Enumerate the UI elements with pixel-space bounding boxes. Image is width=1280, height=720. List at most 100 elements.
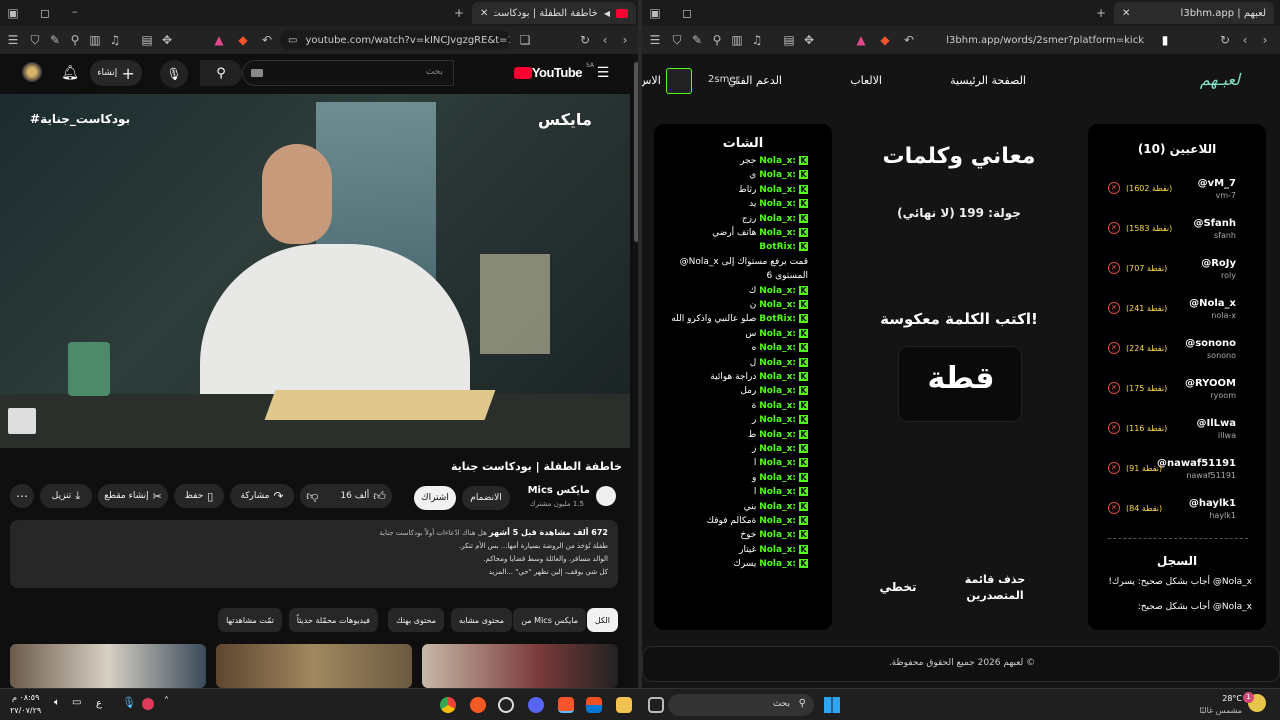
chat-username[interactable]: Nola_x: — [759, 214, 796, 224]
brave-shield-icon[interactable]: ◆ — [876, 31, 894, 49]
video-player[interactable]: #بودكاست_جناية مايكس — [0, 94, 630, 448]
chip-similar[interactable]: محتوى مشابه — [450, 608, 512, 632]
tab-list-icon[interactable]: ◻ — [678, 4, 696, 22]
shield-icon[interactable]: ⛉ — [668, 31, 686, 49]
channel-watermark-icon[interactable] — [8, 408, 36, 434]
remove-player-icon[interactable]: ✕ — [1108, 462, 1120, 474]
chip-watched[interactable]: تمّت مشاهدتها — [218, 608, 282, 632]
keyboard-icon[interactable] — [251, 69, 263, 77]
store-icon[interactable] — [586, 697, 602, 713]
like-icon[interactable]: 👍︎ — [373, 489, 386, 504]
chat-username[interactable]: Nola_x: — [759, 329, 796, 339]
puzzle-icon[interactable]: ✥ — [158, 31, 176, 49]
youtube-logo[interactable]: YouTube — [532, 65, 583, 80]
chat-username[interactable]: BotRix: — [759, 242, 796, 252]
obs-icon[interactable] — [498, 697, 514, 713]
extension-icon[interactable]: ✎ — [46, 31, 64, 49]
screenshot-icon[interactable]: ▤ — [780, 31, 798, 49]
remove-player-icon[interactable]: ✕ — [1108, 422, 1120, 434]
microphone-tray-icon[interactable]: 🎙︎ — [122, 696, 136, 709]
join-button[interactable]: الانضمام — [462, 486, 510, 510]
chat-username[interactable]: Nola_x: — [759, 516, 796, 526]
task-view-icon[interactable] — [648, 697, 664, 713]
chip-interest[interactable]: محتوى بهتك — [388, 608, 444, 632]
remove-player-icon[interactable]: ✕ — [1108, 222, 1120, 234]
back-icon[interactable]: ↶ — [900, 31, 918, 49]
reload-icon[interactable]: ↻ — [1216, 31, 1234, 49]
thumbnail-2[interactable] — [216, 644, 412, 688]
close-tab-icon[interactable]: ✕ — [1122, 8, 1130, 19]
chat-username[interactable]: Nola_x: — [759, 199, 796, 209]
bookmark-icon[interactable]: ▮ — [1156, 31, 1174, 49]
site-info-icon[interactable]: ▭ — [288, 35, 297, 46]
download-button[interactable]: تنزيل ⤓ — [40, 484, 92, 508]
subscribe-button[interactable]: اشتراك — [414, 486, 456, 510]
new-tab-button[interactable]: + — [1092, 4, 1110, 22]
chat-username[interactable]: Nola_x: — [759, 473, 796, 483]
clip-button[interactable]: إنشاء مقطع ✂ — [98, 484, 168, 508]
address-bar[interactable]: l3bhm.app/words/2smer?platform=kick — [924, 30, 1152, 50]
address-bar[interactable]: ▭ youtube.com/watch?v=kINCJvgzgRE&t=1... — [280, 30, 510, 50]
chip-recently-uploaded[interactable]: فيديوهات محمّلة حديثاً — [288, 608, 378, 632]
minimize-icon[interactable]: – — [72, 5, 78, 18]
thumbnail-1[interactable] — [10, 644, 206, 688]
chat-username[interactable]: Nola_x: — [759, 502, 796, 512]
chat-username[interactable]: Nola_x: — [759, 545, 796, 555]
remove-player-icon[interactable]: ✕ — [1108, 342, 1120, 354]
nav-home[interactable]: الصفحة الرئيسية — [950, 74, 1026, 87]
hamburger-icon[interactable]: ☰ — [594, 64, 612, 82]
chat-username[interactable]: Nola_x: — [759, 487, 796, 497]
site-logo[interactable]: لعبـهم — [1200, 70, 1240, 89]
sidebar-icon[interactable]: ▥ — [86, 31, 104, 49]
new-tab-button[interactable]: + — [450, 4, 468, 22]
aria-icon[interactable]: ▲ — [210, 31, 228, 49]
chat-username[interactable]: Nola_x: — [759, 401, 796, 411]
search-input[interactable]: بحث — [426, 67, 443, 77]
nav-username[interactable]: 2smer — [708, 74, 740, 85]
chat-username[interactable]: Nola_x: — [759, 458, 796, 468]
bell-icon[interactable]: 🔔︎ — [61, 64, 79, 82]
sidebar-icon[interactable]: ▥ — [728, 31, 746, 49]
chat-username[interactable]: Nola_x: — [759, 415, 796, 425]
channel-avatar[interactable] — [596, 486, 616, 506]
chat-username[interactable]: Nola_x: — [759, 358, 796, 368]
clock-date[interactable]: ٢٧/٠٧/٢٩ — [10, 706, 41, 715]
delete-leaderboard-button[interactable]: حذف قائمة المتصدرين — [960, 572, 1030, 604]
nav-forward-icon[interactable]: › — [1256, 31, 1274, 49]
create-button[interactable]: إنشاء + — [90, 60, 142, 86]
chat-username[interactable]: Nola_x: — [759, 343, 796, 353]
like-count[interactable]: 16 ألف — [340, 491, 369, 501]
search-box[interactable]: بحث — [242, 60, 454, 86]
chat-username[interactable]: Nola_x: — [759, 559, 796, 569]
chat-username[interactable]: BotRix: — [759, 314, 796, 324]
thumbnail-3[interactable] — [422, 644, 618, 688]
nav-truncated[interactable]: الاس — [642, 74, 661, 87]
tray-chevron-icon[interactable]: ˄ — [164, 696, 169, 707]
nav-back-icon[interactable]: ‹ — [1236, 31, 1254, 49]
audio-icon[interactable]: ◀ — [604, 9, 610, 18]
chat-username[interactable]: Nola_x: — [759, 286, 796, 296]
close-tab-icon[interactable]: ✕ — [480, 8, 488, 19]
bookmark-icon[interactable]: ❏ — [516, 31, 534, 49]
chip-from-channel[interactable]: من Mics مايكس — [513, 608, 586, 632]
chat-username[interactable]: Nola_x: — [759, 444, 796, 454]
brave-icon[interactable] — [558, 697, 574, 713]
remove-player-icon[interactable]: ✕ — [1108, 302, 1120, 314]
reload-icon[interactable]: ↻ — [576, 31, 594, 49]
skip-button[interactable]: تخطي — [868, 580, 928, 594]
weather-widget[interactable]: 1 28°C مشمس غالبًا — [1186, 692, 1266, 718]
aria-icon[interactable]: ▲ — [852, 31, 870, 49]
chat-username[interactable]: Nola_x: — [759, 300, 796, 310]
remove-player-icon[interactable]: ✕ — [1108, 262, 1120, 274]
app-icon-orange[interactable] — [470, 697, 486, 713]
save-button[interactable]: حفظ ▯ — [174, 484, 224, 508]
chat-username[interactable]: Nola_x: — [759, 170, 796, 180]
menu-icon[interactable]: ☰ — [646, 31, 664, 49]
clock-time[interactable]: ٠٨:٥٩ م — [12, 693, 39, 702]
tab-list-icon[interactable]: ◻ — [36, 4, 54, 22]
discord-icon[interactable] — [528, 697, 544, 713]
workspaces-icon[interactable]: ▣ — [646, 4, 664, 22]
battery-icon[interactable]: ▭ — [72, 697, 81, 708]
user-avatar[interactable] — [666, 68, 692, 94]
remove-player-icon[interactable]: ✕ — [1108, 182, 1120, 194]
